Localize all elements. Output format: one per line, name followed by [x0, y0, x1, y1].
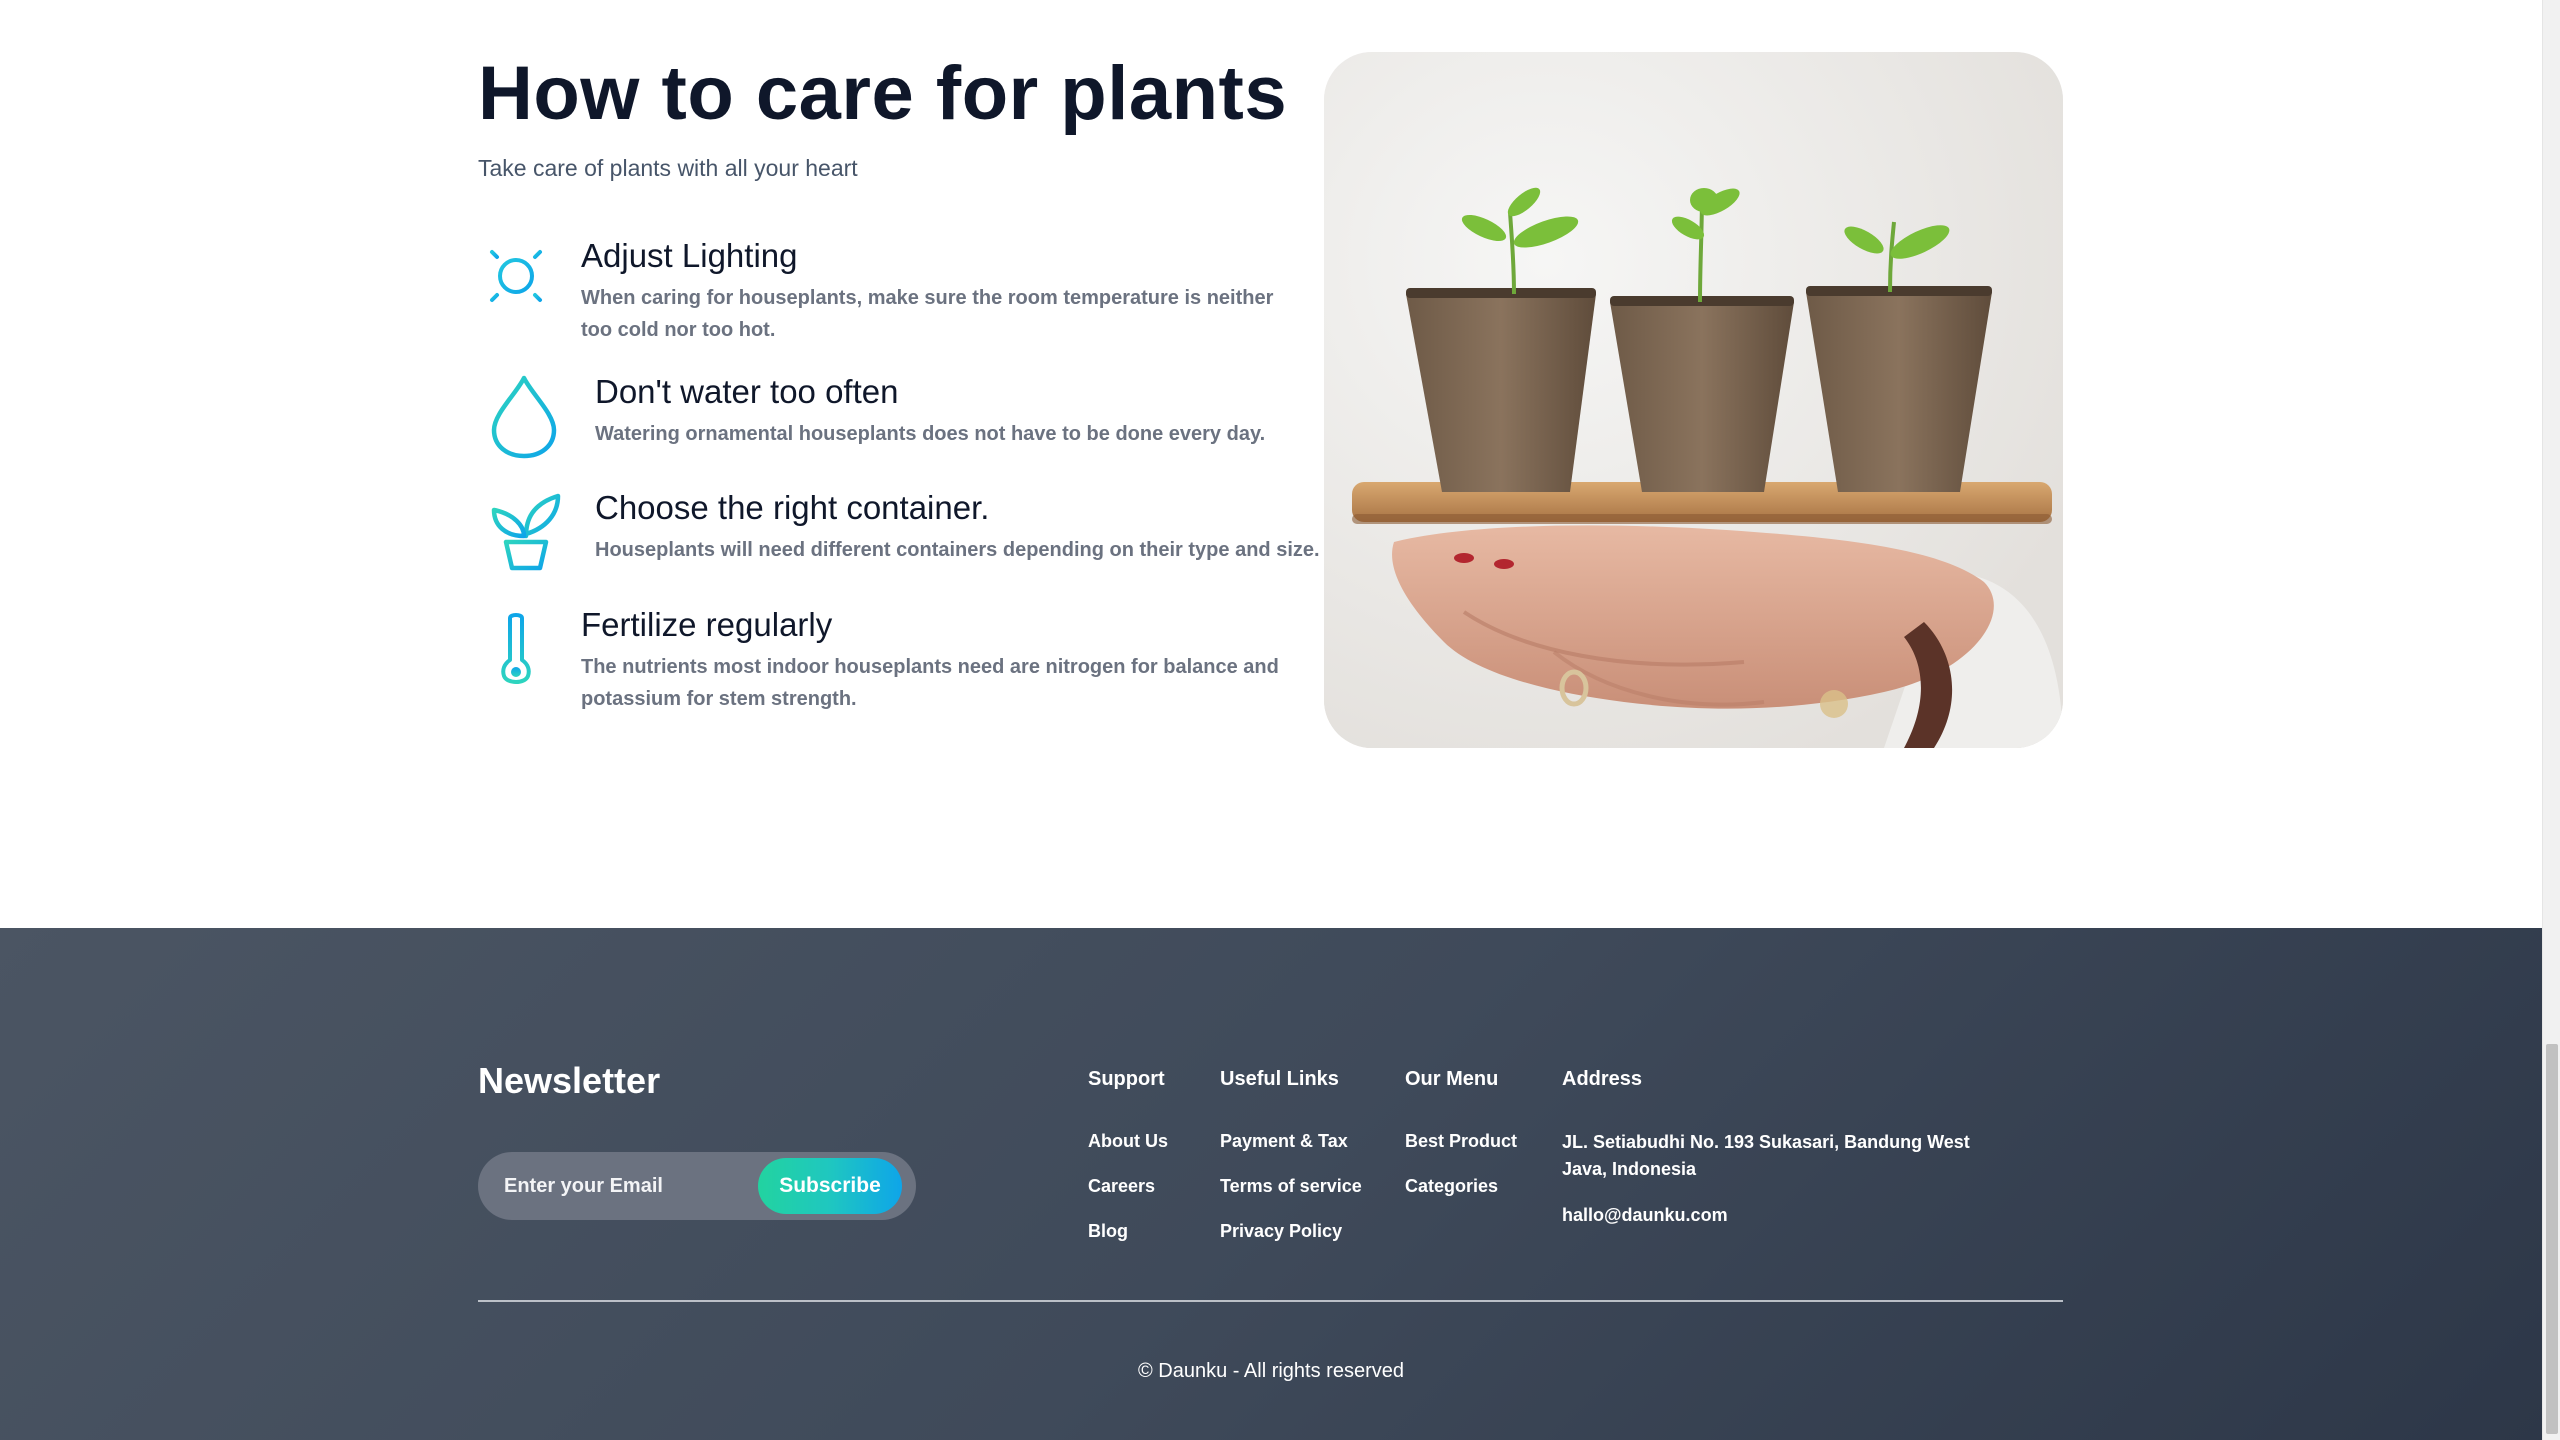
- subscribe-button[interactable]: Subscribe: [758, 1158, 902, 1214]
- scrollbar-thumb[interactable]: [2546, 1044, 2558, 1434]
- tip-title: Choose the right container.: [595, 489, 990, 526]
- footer-divider: [478, 1300, 2063, 1302]
- sun-icon: [478, 238, 554, 314]
- tip-text: When caring for houseplants, make sure t…: [581, 287, 1274, 341]
- water-drop-icon: [488, 374, 560, 460]
- tip-text: Houseplants will need different containe…: [595, 539, 1320, 561]
- footer-email-link[interactable]: hallo@daunku.com: [1562, 1205, 1728, 1226]
- copyright-text: © Daunku - All rights reserved: [1138, 1360, 1404, 1382]
- seedlings-photo: [1324, 52, 2063, 748]
- newsletter-form: Subscribe: [478, 1152, 916, 1220]
- plant-pot-icon: [488, 490, 564, 572]
- footer-address: JL. Setiabudhi No. 193 Sukasari, Bandung…: [1562, 1132, 1970, 1179]
- footer-link-best-product[interactable]: Best Product: [1405, 1131, 1517, 1152]
- plant-care-section: How to care for plants Take care of plan…: [0, 0, 2542, 928]
- footer-column-title-address: Address: [1562, 1068, 1643, 1090]
- email-input[interactable]: [478, 1152, 748, 1220]
- footer-link-categories[interactable]: Categories: [1405, 1176, 1498, 1197]
- footer-column-title-our-menu: Our Menu: [1405, 1068, 1499, 1090]
- footer-link-payment-tax[interactable]: Payment & Tax: [1220, 1131, 1348, 1152]
- tip-text: The nutrients most indoor houseplants ne…: [581, 656, 1279, 710]
- site-footer: Newsletter Subscribe Support About Us Ca…: [0, 928, 2542, 1440]
- tip-title: Fertilize regularly: [581, 606, 833, 643]
- footer-link-careers[interactable]: Careers: [1088, 1176, 1155, 1197]
- tip-title: Don't water too often: [595, 373, 899, 410]
- footer-link-privacy[interactable]: Privacy Policy: [1220, 1221, 1342, 1242]
- footer-column-title-useful-links: Useful Links: [1220, 1068, 1339, 1090]
- tip-title: Adjust Lighting: [581, 237, 798, 274]
- thermometer-icon: [498, 610, 534, 688]
- footer-link-about-us[interactable]: About Us: [1088, 1131, 1168, 1152]
- tip-text: Watering ornamental houseplants does not…: [595, 423, 1266, 445]
- footer-link-blog[interactable]: Blog: [1088, 1221, 1128, 1242]
- footer-link-terms[interactable]: Terms of service: [1220, 1176, 1362, 1197]
- footer-column-title-support: Support: [1088, 1068, 1165, 1090]
- care-subtitle: Take care of plants with all your heart: [478, 155, 858, 181]
- care-title: How to care for plants: [478, 51, 1288, 136]
- page-scrollbar[interactable]: [2542, 0, 2560, 1440]
- newsletter-title: Newsletter: [478, 1060, 661, 1101]
